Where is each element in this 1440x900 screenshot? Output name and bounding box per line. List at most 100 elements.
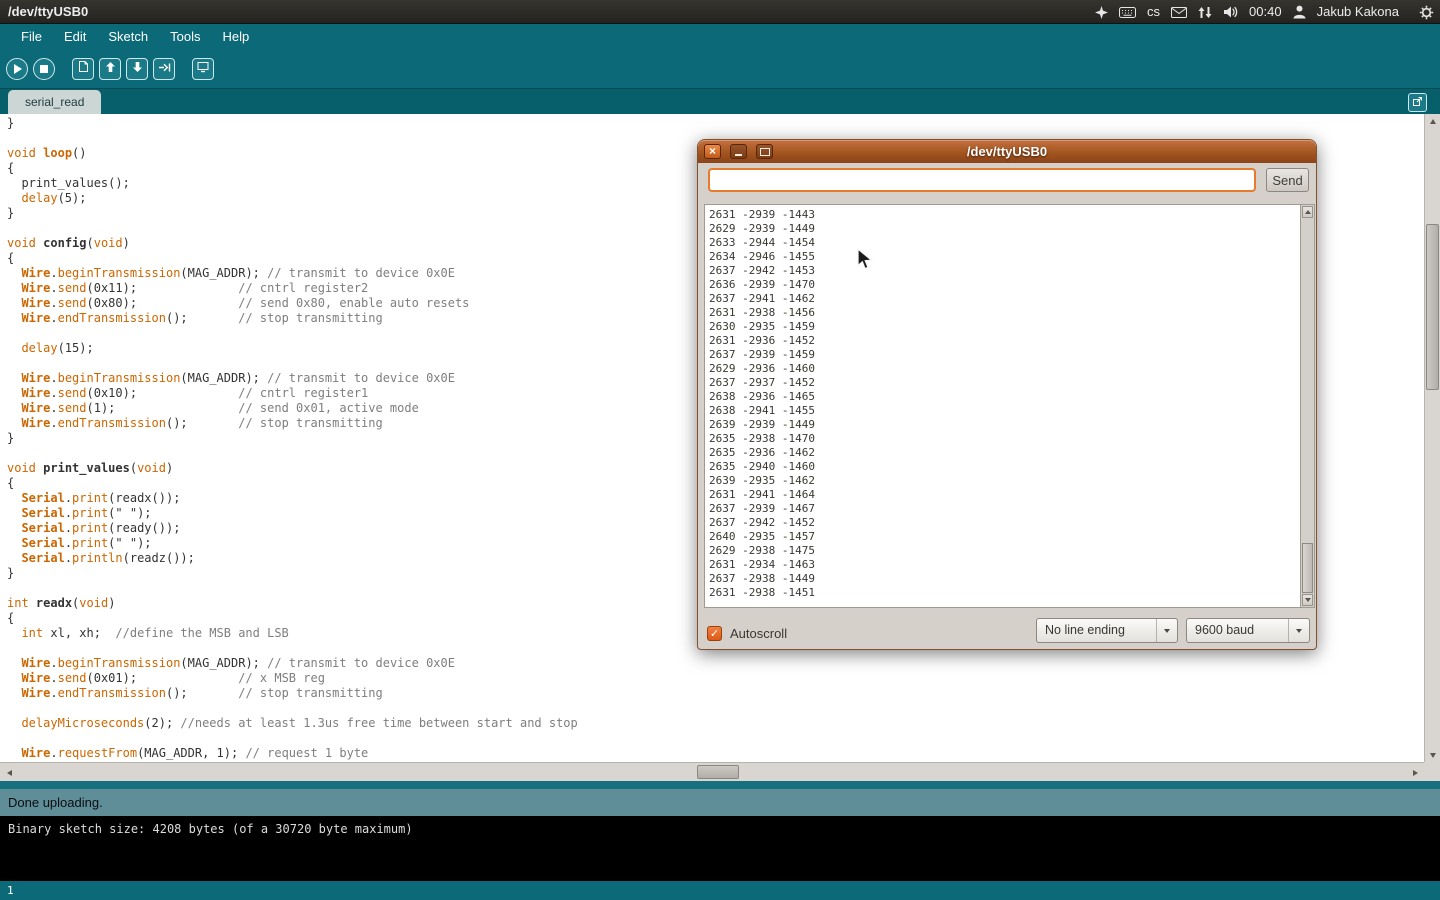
scroll-left-arrow[interactable] xyxy=(2,763,16,782)
serial-output-line: 2636 -2939 -1470 xyxy=(709,278,1300,292)
code-line: } xyxy=(7,116,1424,131)
new-file-icon xyxy=(78,60,89,78)
serial-monitor-button[interactable] xyxy=(192,58,214,80)
stop-button[interactable] xyxy=(33,58,55,80)
upload-button[interactable] xyxy=(153,58,175,80)
keyboard-icon[interactable] xyxy=(1119,7,1136,18)
serial-output-line: 2629 -2939 -1449 xyxy=(709,222,1300,236)
scroll-down-arrow[interactable] xyxy=(1425,748,1440,762)
line-indicator: 1 xyxy=(7,884,14,897)
user-icon[interactable] xyxy=(1293,5,1306,19)
serial-output-line: 2631 -2941 -1464 xyxy=(709,488,1300,502)
mail-icon[interactable] xyxy=(1171,7,1187,18)
serial-monitor-window: /dev/ttyUSB0 Send 2631 -2939 -14432629 -… xyxy=(697,139,1317,650)
baud-dropdown[interactable]: 9600 baud xyxy=(1186,618,1310,643)
status-bar: Done uploading. xyxy=(0,789,1440,816)
maximize-button[interactable] xyxy=(756,144,773,159)
up-arrow-icon xyxy=(105,60,116,78)
code-line: Wire.send(0x01); // x MSB reg xyxy=(7,671,1424,686)
save-button[interactable] xyxy=(126,58,148,80)
keyboard-layout-label[interactable]: cs xyxy=(1147,0,1160,24)
serial-output-line: 2630 -2935 -1459 xyxy=(709,320,1300,334)
menu-item-tools[interactable]: Tools xyxy=(159,24,211,50)
serial-output-line: 2639 -2935 -1462 xyxy=(709,474,1300,488)
serial-output-line: 2637 -2939 -1467 xyxy=(709,502,1300,516)
top-panel: /dev/ttyUSB0 cs 00:40 Jakub Kakona xyxy=(0,0,1440,24)
serial-output[interactable]: 2631 -2939 -14432629 -2939 -14492633 -29… xyxy=(704,204,1301,608)
editor-horizontal-scrollbar[interactable] xyxy=(0,762,1424,781)
new-sketch-button[interactable] xyxy=(72,58,94,80)
serial-output-line: 2631 -2934 -1463 xyxy=(709,558,1300,572)
scroll-up-arrow[interactable] xyxy=(1425,114,1440,128)
autoscroll-label: Autoscroll xyxy=(730,626,787,641)
editor-vertical-scrollbar[interactable] xyxy=(1424,114,1440,762)
panel-indicators: cs 00:40 Jakub Kakona xyxy=(1095,0,1434,24)
serial-output-line: 2634 -2946 -1455 xyxy=(709,250,1300,264)
serial-output-line: 2639 -2939 -1449 xyxy=(709,418,1300,432)
chevron-down-icon xyxy=(1156,619,1177,642)
console: Binary sketch size: 4208 bytes (of a 307… xyxy=(0,816,1440,881)
minimize-button[interactable] xyxy=(730,144,747,159)
menubar: FileEditSketchToolsHelp xyxy=(0,24,1440,50)
menu-item-edit[interactable]: Edit xyxy=(53,24,97,50)
serial-output-line: 2638 -2941 -1455 xyxy=(709,404,1300,418)
tab-label: serial_read xyxy=(25,95,84,109)
indicator-icon[interactable] xyxy=(1095,6,1108,19)
code-line: Wire.beginTransmission(MAG_ADDR); // tra… xyxy=(7,656,1424,671)
autoscroll-checkbox[interactable] xyxy=(707,626,722,641)
gear-icon[interactable] xyxy=(1419,5,1434,20)
serial-output-line: 2638 -2936 -1465 xyxy=(709,390,1300,404)
line-ending-dropdown[interactable]: No line ending xyxy=(1036,618,1178,643)
serial-output-line: 2637 -2939 -1459 xyxy=(709,348,1300,362)
tabbar: serial_read xyxy=(0,88,1440,114)
serial-scroll-down-arrow[interactable] xyxy=(1302,594,1313,606)
serial-scroll-up-arrow[interactable] xyxy=(1302,206,1313,218)
serial-output-line: 2635 -2938 -1470 xyxy=(709,432,1300,446)
serial-output-line: 2640 -2935 -1457 xyxy=(709,530,1300,544)
panel-window-title: /dev/ttyUSB0 xyxy=(8,0,88,23)
serial-monitor-icon xyxy=(197,60,209,78)
serial-scroll-thumb[interactable] xyxy=(1302,543,1313,593)
send-button[interactable]: Send xyxy=(1266,168,1309,192)
serial-output-line: 2631 -2938 -1456 xyxy=(709,306,1300,320)
tab-serial-read[interactable]: serial_read xyxy=(8,90,101,114)
close-button[interactable] xyxy=(704,144,721,159)
window-controls xyxy=(704,144,773,159)
down-arrow-icon xyxy=(132,60,143,78)
status-separator xyxy=(0,781,1440,789)
code-line: Wire.endTransmission(); // stop transmit… xyxy=(7,686,1424,701)
menu-item-sketch[interactable]: Sketch xyxy=(97,24,159,50)
code-line: Wire.requestFrom(MAG_ADDR, 1); // reques… xyxy=(7,746,1424,761)
open-button[interactable] xyxy=(99,58,121,80)
mouse-cursor xyxy=(857,248,874,276)
code-line xyxy=(7,701,1424,716)
verify-button[interactable] xyxy=(6,58,28,80)
clock[interactable]: 00:40 xyxy=(1249,0,1282,24)
send-label: Send xyxy=(1272,173,1302,188)
serial-output-line: 2631 -2938 -1451 xyxy=(709,586,1300,600)
serial-output-line: 2637 -2942 -1452 xyxy=(709,516,1300,530)
scrollbar-corner xyxy=(1424,762,1440,781)
menu-item-file[interactable]: File xyxy=(10,24,53,50)
popout-arrow-icon xyxy=(1412,94,1423,112)
serial-monitor-title: /dev/ttyUSB0 xyxy=(698,140,1316,163)
serial-scrollbar[interactable] xyxy=(1301,204,1315,608)
serial-monitor-options: Autoscroll xyxy=(707,620,787,646)
serial-input[interactable] xyxy=(708,168,1256,192)
serial-output-line: 2637 -2942 -1453 xyxy=(709,264,1300,278)
vertical-scroll-thumb[interactable] xyxy=(1426,224,1439,390)
scroll-right-arrow[interactable] xyxy=(1408,763,1422,782)
username[interactable]: Jakub Kakona xyxy=(1317,0,1399,24)
status-message: Done uploading. xyxy=(8,795,103,810)
tab-menu-button[interactable] xyxy=(1408,93,1427,112)
play-icon xyxy=(14,64,22,74)
serial-output-line: 2635 -2936 -1462 xyxy=(709,446,1300,460)
serial-monitor-titlebar[interactable]: /dev/ttyUSB0 xyxy=(698,140,1316,163)
serial-output-line: 2637 -2938 -1449 xyxy=(709,572,1300,586)
sync-arrows-icon[interactable] xyxy=(1198,6,1212,19)
volume-icon[interactable] xyxy=(1223,5,1238,19)
serial-output-line: 2637 -2941 -1462 xyxy=(709,292,1300,306)
horizontal-scroll-thumb[interactable] xyxy=(697,765,739,779)
serial-output-line: 2629 -2938 -1475 xyxy=(709,544,1300,558)
menu-item-help[interactable]: Help xyxy=(211,24,260,50)
